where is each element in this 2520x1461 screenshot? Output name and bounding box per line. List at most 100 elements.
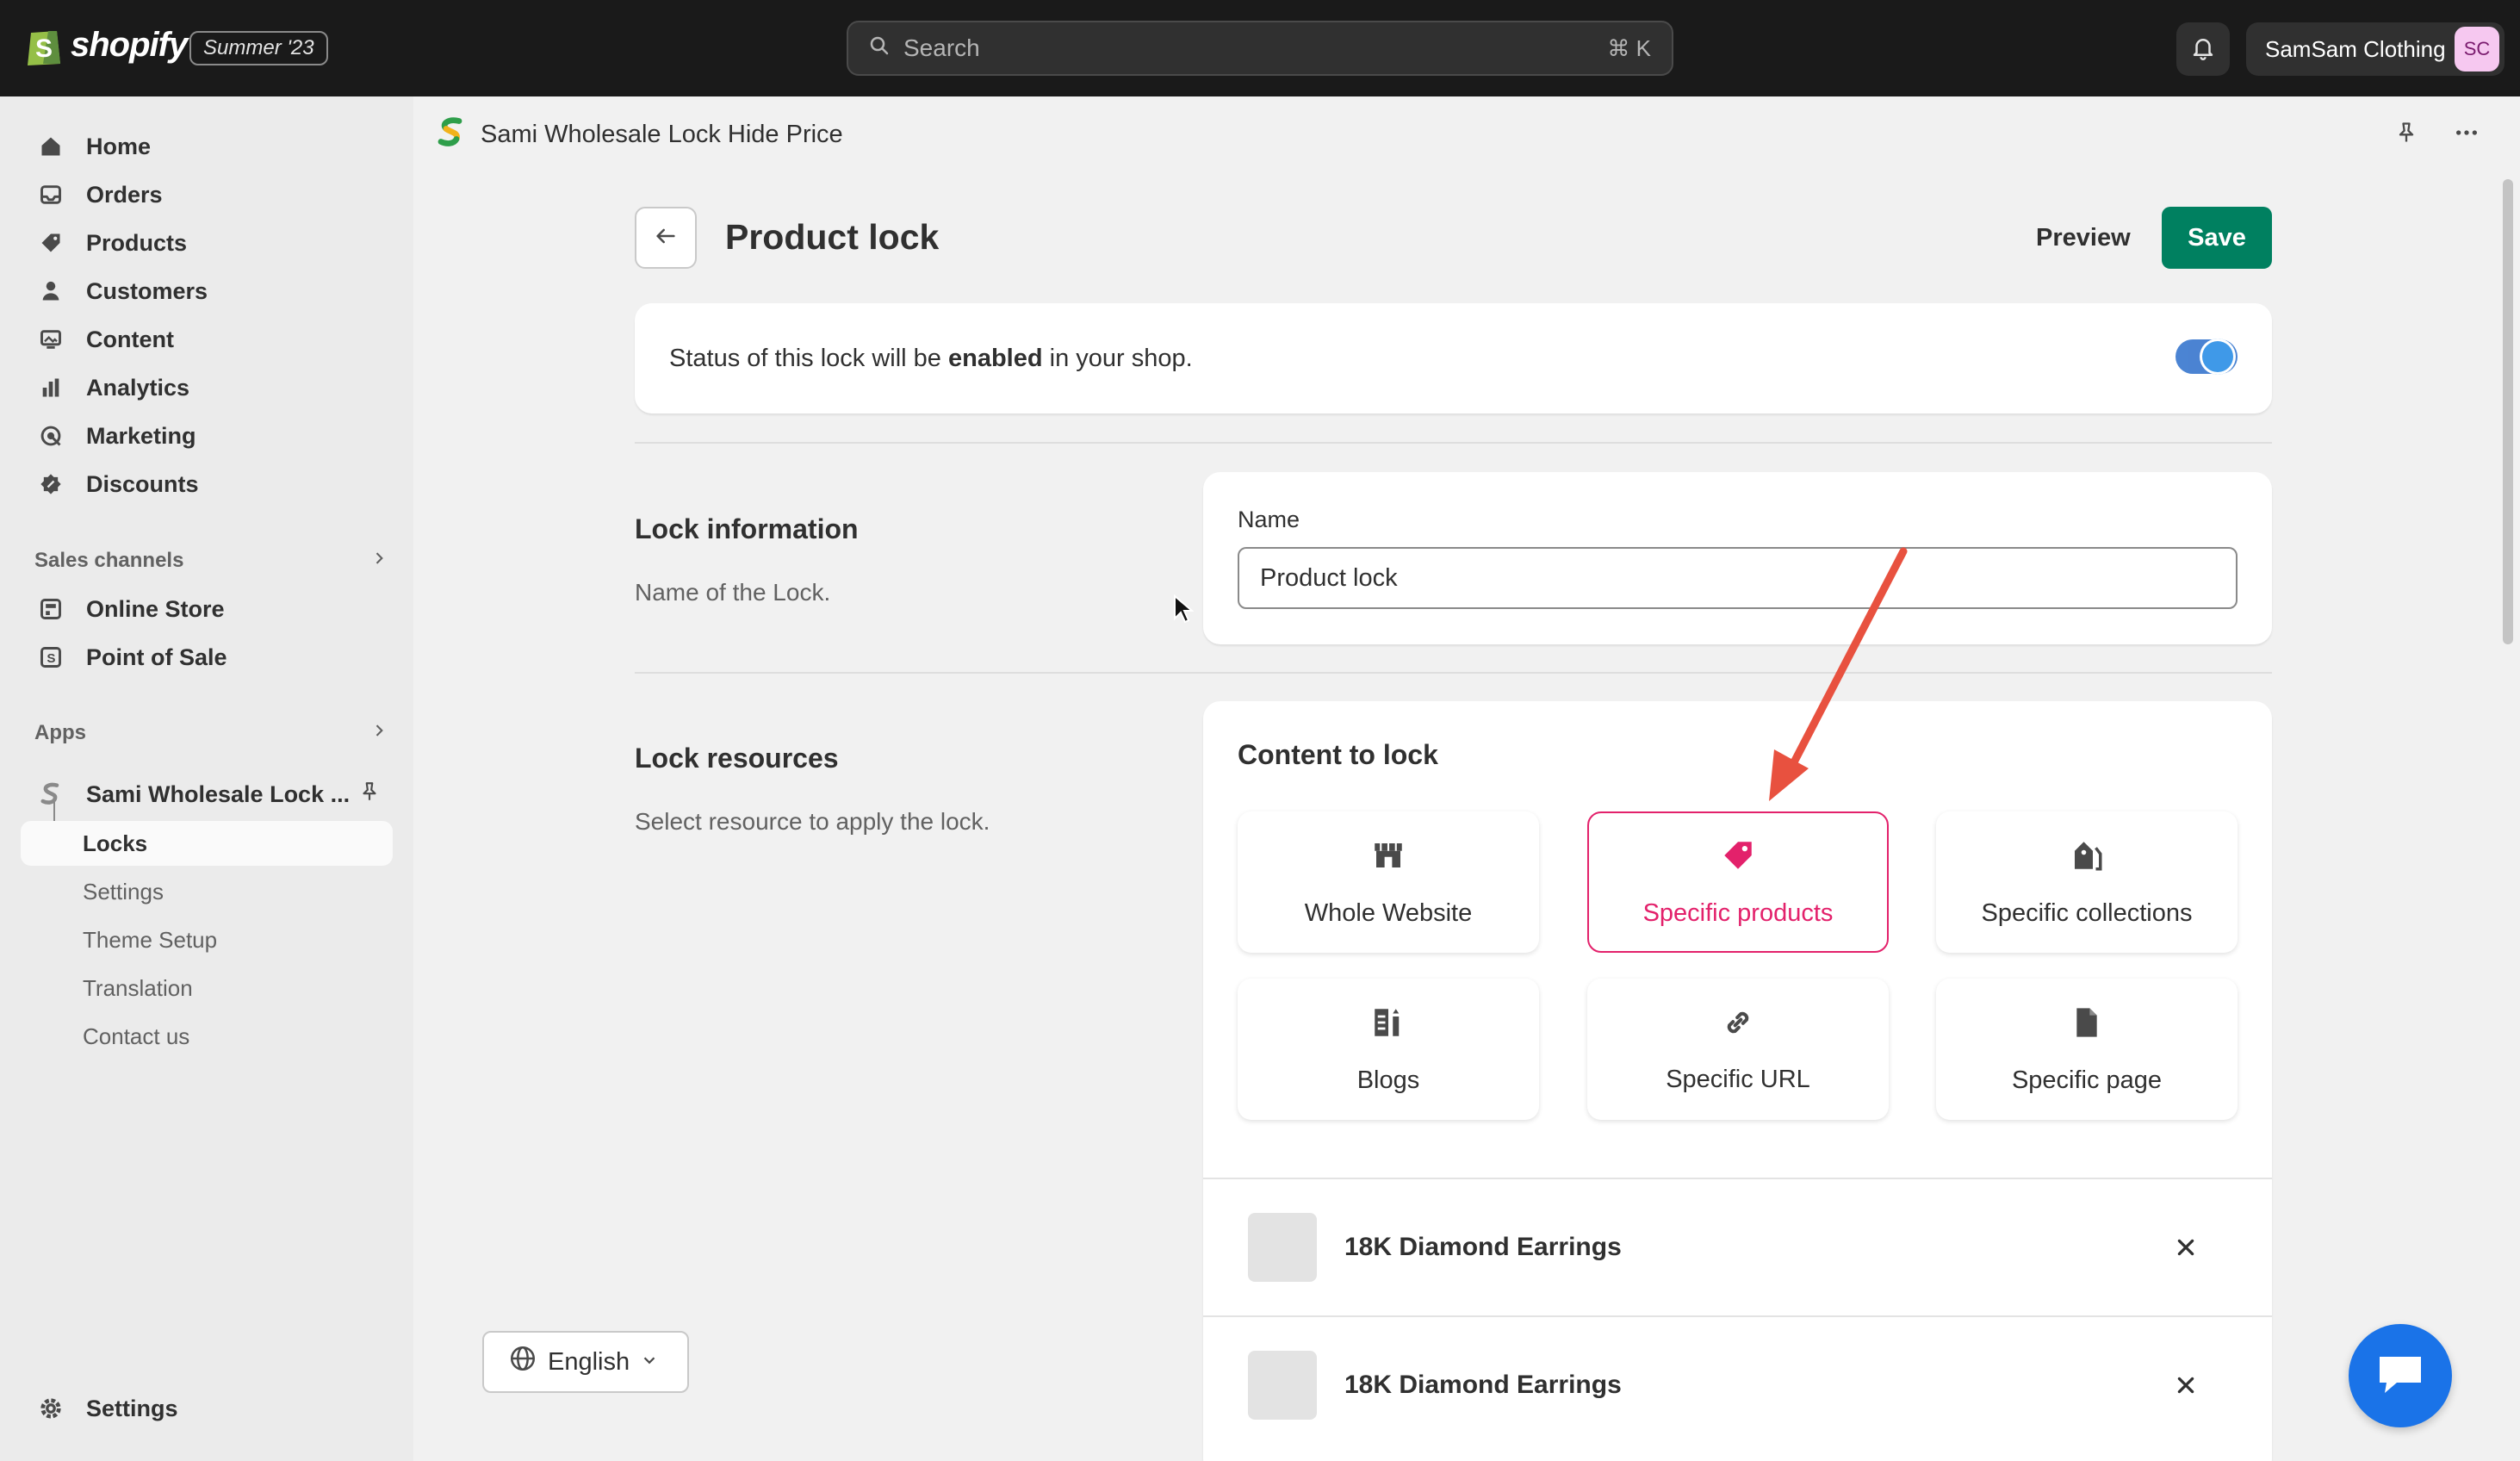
apps-header[interactable]: Apps (34, 716, 388, 750)
store-name: SamSam Clothing (2265, 35, 2446, 62)
page-icon (2070, 1004, 2104, 1048)
sidebar-item-home[interactable]: Home (21, 124, 393, 169)
section-label: Sales channels (34, 549, 184, 572)
sidebar-item-products[interactable]: Products (21, 221, 393, 265)
option-specific-page[interactable]: Specific page (1936, 979, 2238, 1120)
gear-icon (38, 1396, 64, 1421)
section-divider (635, 672, 2272, 674)
bell-icon (2190, 34, 2216, 65)
sidebar-item-app[interactable]: Sami Wholesale Lock ... (21, 772, 393, 817)
inbox-icon (38, 182, 64, 208)
blog-icon (1370, 1004, 1406, 1048)
image-icon (38, 326, 64, 352)
app-header: Sami Wholesale Lock Hide Price (413, 96, 2520, 172)
svg-text:S: S (47, 651, 55, 666)
globe-icon (508, 1344, 537, 1380)
remove-product-button[interactable] (2169, 1368, 2203, 1402)
back-button[interactable] (635, 207, 697, 269)
content-to-lock-card: Content to lock Whole Website Specific p… (1203, 701, 2272, 1461)
selected-product-row: 18K Diamond Earrings (1203, 1315, 2272, 1453)
target-icon (38, 423, 64, 449)
sidebar-item-discounts[interactable]: Discounts (21, 462, 393, 507)
sidebar-item-point-of-sale[interactable]: S Point of Sale (21, 635, 393, 680)
shopify-bag-icon: S (26, 22, 62, 67)
option-whole-website[interactable]: Whole Website (1238, 811, 1539, 953)
sidebar-item-translation[interactable]: Translation (21, 966, 393, 1010)
notifications-button[interactable] (2176, 22, 2230, 76)
chat-icon (2374, 1350, 2426, 1402)
scrollbar-thumb[interactable] (2503, 179, 2513, 644)
sidebar-item-label: Settings (86, 1395, 178, 1421)
section-divider (635, 442, 2272, 444)
mouse-cursor-icon (1174, 594, 1194, 624)
search-placeholder: Search (903, 34, 980, 61)
option-specific-products[interactable]: Specific products (1587, 811, 1889, 953)
option-specific-url[interactable]: Specific URL (1587, 979, 1889, 1120)
sidebar-item-locks[interactable]: Locks (21, 821, 393, 866)
home-icon (38, 134, 64, 159)
status-word: enabled (947, 344, 1043, 372)
sidebar-item-label: Theme Setup (83, 926, 218, 953)
pos-icon: S (38, 644, 64, 670)
sidebar-item-content[interactable]: Content (21, 317, 393, 362)
store-icon (38, 596, 64, 622)
page-title: Product lock (725, 217, 940, 257)
sidebar-item-label: Products (86, 229, 188, 256)
status-toggle[interactable] (2176, 339, 2238, 375)
sidebar-item-label: Point of Sale (86, 643, 227, 670)
search-icon (869, 34, 890, 62)
annotation-arrow (1769, 547, 1908, 801)
name-label: Name (1238, 507, 1300, 532)
sidebar-item-label: Content (86, 326, 174, 352)
option-specific-collections[interactable]: Specific collections (1936, 811, 2238, 953)
sidebar-item-online-store[interactable]: Online Store (21, 587, 393, 631)
product-thumbnail (1248, 1213, 1317, 1282)
option-label: Blogs (1356, 1066, 1420, 1094)
app-title: Sami Wholesale Lock Hide Price (481, 120, 843, 148)
sidebar-item-orders[interactable]: Orders (21, 172, 393, 217)
content-to-lock-title: Content to lock (1238, 739, 1438, 770)
language-selector[interactable]: English (482, 1331, 689, 1393)
remove-product-button[interactable] (2169, 1230, 2203, 1265)
scrollbar[interactable] (2496, 172, 2520, 1461)
store-icon (1370, 837, 1406, 880)
bar-chart-icon (38, 375, 64, 401)
sidebar-item-analytics[interactable]: Analytics (21, 365, 393, 410)
sidebar-item-theme-setup[interactable]: Theme Setup (21, 917, 393, 962)
status-card: Status of this lock will be enabled in y… (635, 303, 2272, 413)
name-card: Name (1203, 472, 2272, 644)
lock-resources-desc: Select resource to apply the lock. (635, 808, 990, 835)
sales-channels-header[interactable]: Sales channels (34, 544, 388, 578)
name-input[interactable] (1238, 547, 2238, 609)
shopify-logo[interactable]: S shopify (26, 22, 188, 67)
lock-information-title: Lock information (635, 513, 859, 544)
search-bar[interactable]: Search ⌘ K (847, 21, 1673, 76)
sidebar-item-label: Translation (83, 974, 193, 1001)
lock-information-desc: Name of the Lock. (635, 579, 831, 606)
preview-button[interactable]: Preview (2024, 215, 2143, 261)
person-icon (38, 278, 64, 304)
selected-product-row: 18K Diamond Earrings (1203, 1178, 2272, 1315)
chat-button[interactable] (2349, 1324, 2452, 1427)
product-name: 18K Diamond Earrings (1344, 1233, 1622, 1261)
pin-icon[interactable] (358, 780, 381, 809)
sidebar-item-settings-app[interactable]: Settings (21, 869, 393, 914)
option-blogs[interactable]: Blogs (1238, 979, 1539, 1120)
status-text: Status of this lock will be enabled in y… (669, 345, 1193, 373)
sidebar-item-marketing[interactable]: Marketing (21, 413, 393, 458)
edition-badge[interactable]: Summer '23 (189, 31, 328, 65)
chevron-right-icon (370, 549, 388, 573)
more-icon[interactable] (2453, 119, 2480, 151)
sidebar-item-contact-us[interactable]: Contact us (21, 1014, 393, 1059)
status-suffix: in your shop. (1042, 344, 1193, 372)
sidebar-item-label: Customers (86, 277, 208, 304)
product-thumbnail (1248, 1351, 1317, 1420)
account-menu[interactable]: SamSam Clothing SC (2246, 22, 2504, 76)
top-bar: S shopify Summer '23 Search ⌘ K SamSam C… (0, 0, 2520, 96)
language-label: English (548, 1347, 630, 1376)
search-shortcut: ⌘ K (1607, 34, 1651, 61)
pin-icon[interactable] (2394, 121, 2418, 149)
sidebar-item-settings[interactable]: Settings (21, 1386, 393, 1431)
save-button[interactable]: Save (2162, 207, 2272, 269)
sidebar-item-customers[interactable]: Customers (21, 269, 393, 314)
